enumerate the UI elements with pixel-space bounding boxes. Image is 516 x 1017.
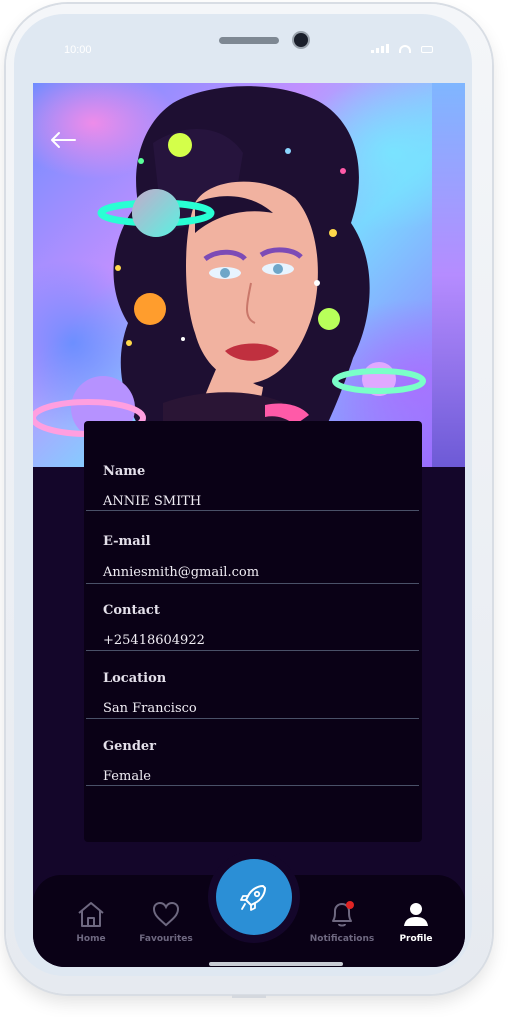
phone-base xyxy=(232,995,266,998)
field-label: Contact xyxy=(103,603,160,618)
field-label: Location xyxy=(103,671,167,686)
home-indicator[interactable] xyxy=(209,962,343,966)
arrow-left-icon xyxy=(51,132,76,148)
home-icon xyxy=(78,902,104,927)
nav-item-home[interactable]: Home xyxy=(56,875,126,955)
field-value[interactable]: San Francisco xyxy=(103,701,197,716)
field-value[interactable]: Anniesmith@gmail.com xyxy=(103,565,259,580)
wifi-icon xyxy=(399,45,411,53)
nav-label: Favourites xyxy=(139,934,193,944)
nav-item-notifications[interactable]: Notifications xyxy=(307,875,377,955)
speaker-grille xyxy=(219,37,279,44)
field-value[interactable]: Female xyxy=(103,769,151,784)
bell-icon xyxy=(332,901,354,927)
nav-label: Home xyxy=(76,934,106,944)
status-icons xyxy=(371,44,433,53)
nav-item-profile[interactable]: Profile xyxy=(381,875,451,955)
field-underline xyxy=(86,510,419,511)
portrait-illustration xyxy=(33,86,426,440)
nav-label: Profile xyxy=(399,934,433,944)
battery-icon xyxy=(421,46,433,53)
field-underline xyxy=(86,583,419,584)
signal-icon xyxy=(371,44,389,53)
field-value[interactable]: ANNIE SMITH xyxy=(103,494,201,509)
field-underline xyxy=(86,718,419,719)
device-mockup: 10:00 Name ANNIE SMITH E-mail Anniesmith… xyxy=(0,0,516,1017)
next-cover-image xyxy=(432,83,465,467)
field-underline xyxy=(86,785,419,786)
back-button[interactable] xyxy=(47,130,79,152)
field-value[interactable]: +25418604922 xyxy=(103,633,205,648)
heart-icon xyxy=(152,901,180,927)
field-underline xyxy=(86,650,419,651)
status-time: 10:00 xyxy=(64,44,92,56)
field-label: Gender xyxy=(103,739,157,754)
rocket-button[interactable] xyxy=(216,859,292,935)
user-icon xyxy=(404,903,428,926)
rocket-icon xyxy=(240,885,266,911)
field-label: E-mail xyxy=(103,534,151,549)
field-label: Name xyxy=(103,464,146,479)
profile-card: Name ANNIE SMITH E-mail Anniesmith@gmail… xyxy=(84,421,422,842)
nav-item-favourites[interactable]: Favourites xyxy=(131,875,201,955)
camera-icon xyxy=(294,33,308,47)
app-screen: Name ANNIE SMITH E-mail Anniesmith@gmail… xyxy=(33,83,465,967)
nav-label: Notifications xyxy=(309,934,375,944)
